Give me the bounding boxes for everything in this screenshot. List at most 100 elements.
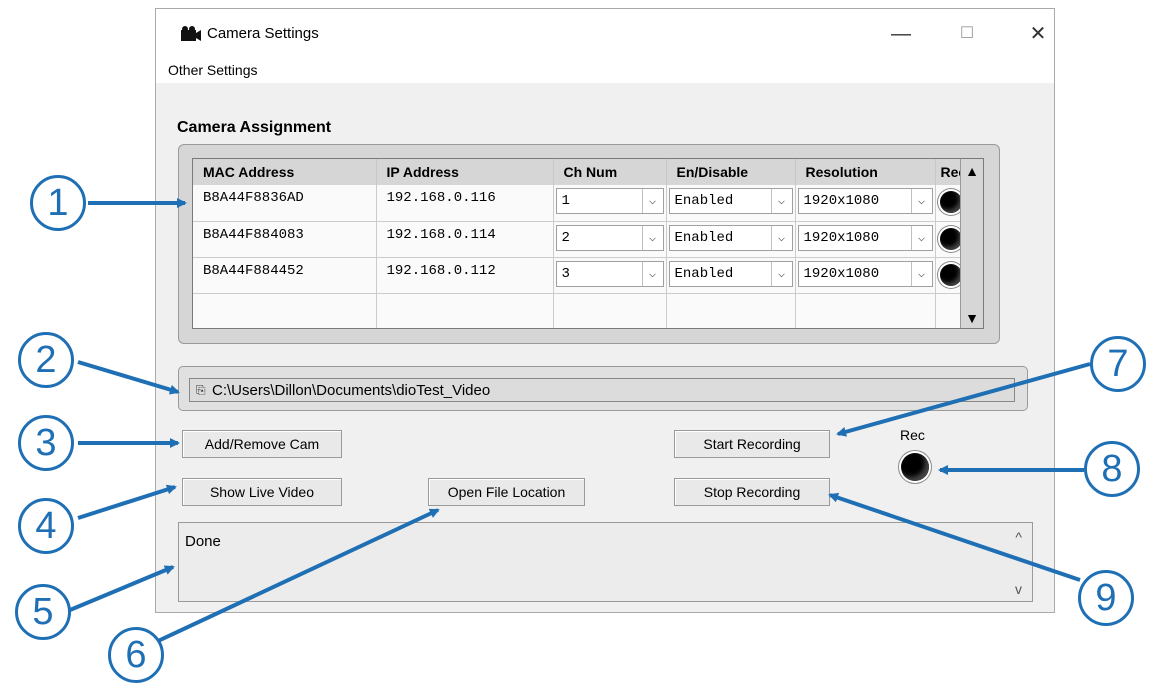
- callout-5: 5: [15, 584, 71, 640]
- close-button[interactable]: ✕: [1018, 19, 1058, 49]
- window-title: Camera Settings: [207, 25, 319, 42]
- ch-num-value: 1: [561, 193, 570, 209]
- chevron-down-icon[interactable]: ⌵: [770, 189, 792, 213]
- mac-value: B8A44F8836AD: [203, 190, 304, 206]
- mac-cell: B8A44F884083: [193, 221, 377, 258]
- status-log[interactable]: Done ^ v: [178, 522, 1033, 602]
- ch-num-select[interactable]: 3 ⌵: [555, 260, 664, 287]
- camera-assignment-frame: MAC Address IP Address Ch Num En/Disable…: [178, 144, 1000, 344]
- record-status-icon: [901, 453, 929, 481]
- save-path-value: C:\Users\Dillon\Documents\dioTest_Video: [212, 382, 491, 399]
- chevron-down-icon[interactable]: v: [1015, 581, 1022, 597]
- stop-recording-button[interactable]: Stop Recording: [674, 478, 830, 506]
- chevron-down-icon[interactable]: ⌵: [910, 189, 932, 213]
- mac-value: B8A44F884452: [203, 262, 304, 279]
- save-path-field[interactable]: ⎘ C:\Users\Dillon\Documents\dioTest_Vide…: [189, 378, 1015, 402]
- enable-value: Enabled: [674, 193, 734, 209]
- ch-num-value: 2: [561, 229, 570, 246]
- rec-label: Rec: [900, 427, 925, 443]
- camera-table: MAC Address IP Address Ch Num En/Disable…: [193, 159, 968, 328]
- folder-path-icon[interactable]: ⎘: [196, 383, 206, 398]
- resolution-select[interactable]: 1920x1080 ⌵: [797, 188, 933, 214]
- mac-value: B8A44F884083: [203, 226, 304, 243]
- ch-num-select[interactable]: 2 ⌵: [555, 224, 664, 251]
- chevron-down-icon[interactable]: ⌵: [770, 261, 792, 286]
- scroll-down-icon[interactable]: ▼: [961, 310, 983, 326]
- table-row: B8A44F884452 192.168.0.112 3 ⌵ Enabled ⌵ 1…: [193, 257, 968, 294]
- callout-9: 9: [1078, 570, 1134, 626]
- enable-select[interactable]: Enabled ⌵: [668, 188, 793, 214]
- show-live-video-button[interactable]: Show Live Video: [182, 478, 342, 506]
- empty-cell: [666, 293, 796, 328]
- column-header-ch[interactable]: Ch Num: [553, 159, 667, 185]
- maximize-button[interactable]: ☐: [947, 19, 987, 49]
- table-row-empty: [193, 293, 968, 328]
- mac-cell: B8A44F884452: [193, 257, 377, 294]
- ip-cell: 192.168.0.112: [376, 257, 554, 294]
- start-recording-button[interactable]: Start Recording: [674, 430, 830, 458]
- chevron-down-icon[interactable]: ⌵: [910, 225, 932, 250]
- callout-8: 8: [1084, 441, 1140, 497]
- rec-indicator-icon[interactable]: [939, 191, 962, 213]
- chevron-down-icon[interactable]: ⌵: [770, 225, 792, 250]
- empty-cell: [376, 293, 554, 328]
- open-file-location-button[interactable]: Open File Location: [428, 478, 585, 506]
- resolution-value: 1920x1080: [803, 265, 880, 282]
- enable-cell: Enabled ⌵: [666, 185, 796, 222]
- camera-app-icon: [181, 26, 201, 41]
- ch-num-value: 3: [561, 265, 570, 282]
- resolution-value: 1920x1080: [803, 193, 880, 209]
- chevron-down-icon[interactable]: ⌵: [641, 189, 663, 213]
- ip-cell: 192.168.0.114: [376, 221, 554, 258]
- callout-7: 7: [1090, 336, 1146, 392]
- camera-assignment-label: Camera Assignment: [177, 119, 332, 136]
- camera-settings-window: Camera Settings — ☐ ✕ Other Settings Cam…: [155, 8, 1055, 613]
- ip-value: 192.168.0.112: [386, 262, 496, 279]
- minimize-button[interactable]: —: [881, 19, 921, 49]
- menu-bar: Other Settings: [156, 59, 1054, 83]
- ip-cell: 192.168.0.116: [376, 185, 554, 222]
- enable-select[interactable]: Enabled ⌵: [668, 224, 793, 251]
- ch-cell: 2 ⌵: [553, 221, 667, 258]
- resolution-select[interactable]: 1920x1080 ⌵: [797, 260, 933, 287]
- resolution-value: 1920x1080: [803, 229, 880, 246]
- status-text: Done: [185, 533, 221, 550]
- table-row: B8A44F884083 192.168.0.114 2 ⌵ Enabled ⌵ 1…: [193, 221, 968, 258]
- chevron-down-icon[interactable]: ⌵: [641, 261, 663, 286]
- enable-value: Enabled: [674, 229, 734, 246]
- enable-cell: Enabled ⌵: [666, 221, 796, 258]
- rec-indicator-icon[interactable]: [939, 263, 962, 286]
- resolution-cell: 1920x1080 ⌵: [795, 257, 936, 294]
- enable-select[interactable]: Enabled ⌵: [668, 260, 793, 287]
- chevron-down-icon[interactable]: ⌵: [641, 225, 663, 250]
- chevron-down-icon[interactable]: ⌵: [910, 261, 932, 286]
- menu-other-settings[interactable]: Other Settings: [168, 62, 258, 78]
- enable-value: Enabled: [674, 265, 734, 282]
- column-header-ip[interactable]: IP Address: [376, 159, 554, 185]
- resolution-cell: 1920x1080 ⌵: [795, 221, 936, 258]
- resolution-select[interactable]: 1920x1080 ⌵: [797, 224, 933, 251]
- callout-3: 3: [18, 415, 74, 471]
- rec-indicator-icon[interactable]: [939, 227, 962, 250]
- camera-table-container: MAC Address IP Address Ch Num En/Disable…: [192, 158, 984, 329]
- callout-1: 1: [30, 175, 86, 231]
- chevron-up-icon[interactable]: ^: [1015, 529, 1022, 545]
- title-bar: Camera Settings — ☐ ✕: [156, 9, 1054, 59]
- resolution-cell: 1920x1080 ⌵: [795, 185, 936, 222]
- callout-6: 6: [108, 627, 164, 683]
- column-header-mac[interactable]: MAC Address: [193, 159, 377, 185]
- add-remove-cam-button[interactable]: Add/Remove Cam: [182, 430, 342, 458]
- ch-cell: 3 ⌵: [553, 257, 667, 294]
- empty-cell: [193, 293, 377, 328]
- ch-num-select[interactable]: 1 ⌵: [555, 188, 664, 214]
- table-scrollbar[interactable]: ▲ ▼: [960, 159, 983, 328]
- save-path-frame: ⎘ C:\Users\Dillon\Documents\dioTest_Vide…: [178, 366, 1028, 411]
- empty-cell: [553, 293, 667, 328]
- scroll-up-icon[interactable]: ▲: [961, 163, 983, 179]
- callout-4: 4: [18, 498, 74, 554]
- column-header-enable[interactable]: En/Disable: [666, 159, 796, 185]
- ip-value: 192.168.0.116: [386, 190, 496, 206]
- column-header-resolution[interactable]: Resolution: [795, 159, 936, 185]
- empty-cell: [795, 293, 936, 328]
- ch-cell: 1 ⌵: [553, 185, 667, 222]
